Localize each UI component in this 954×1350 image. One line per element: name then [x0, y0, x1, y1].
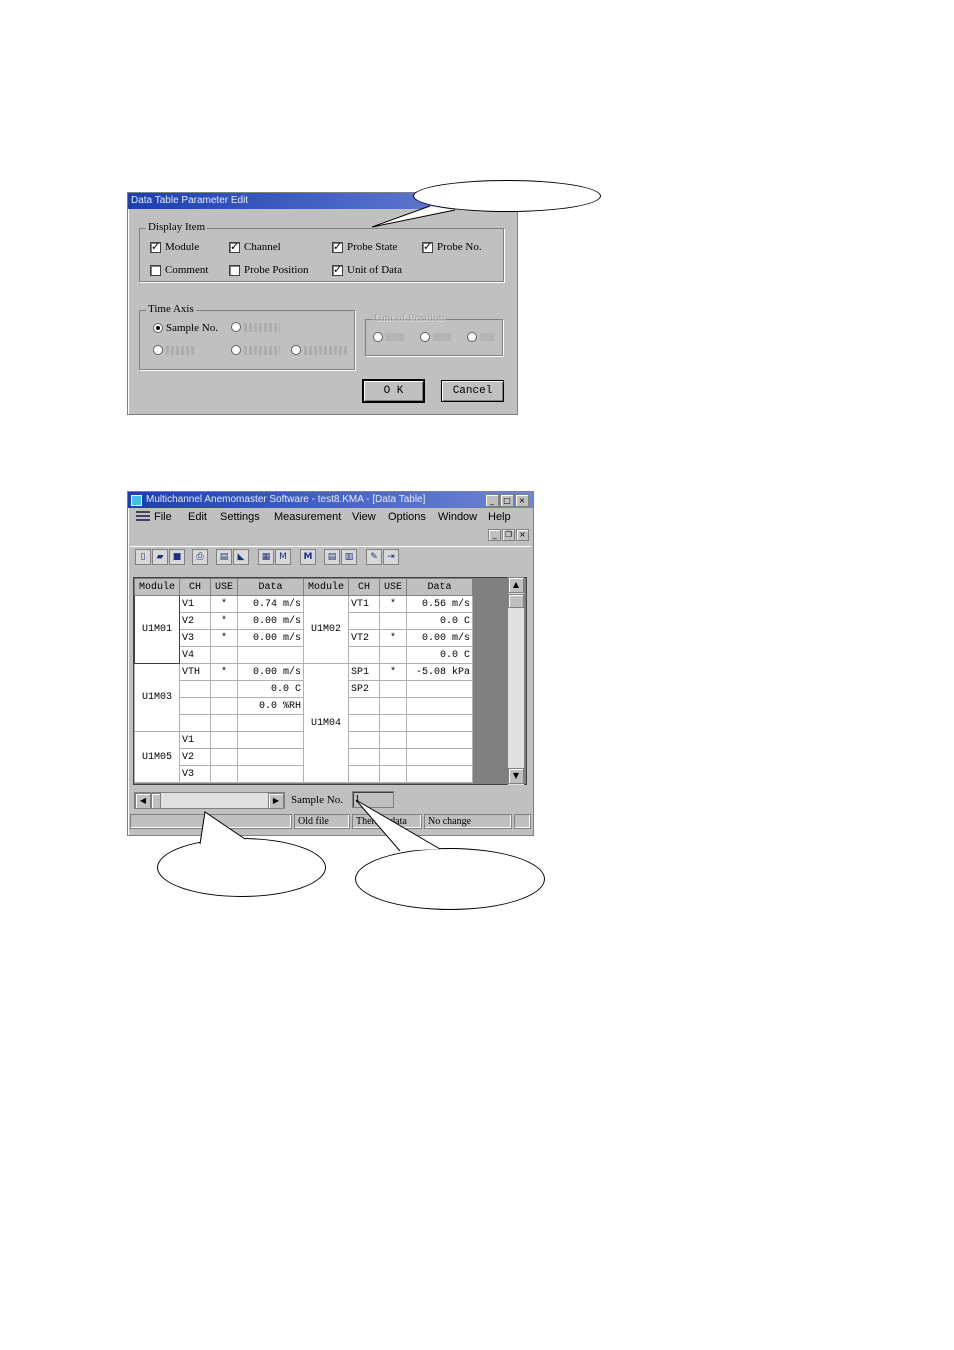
pointer-left — [199, 811, 246, 845]
pointer-top — [371, 205, 456, 228]
pointer-right — [355, 799, 441, 852]
callout-pointers — [199, 205, 456, 852]
